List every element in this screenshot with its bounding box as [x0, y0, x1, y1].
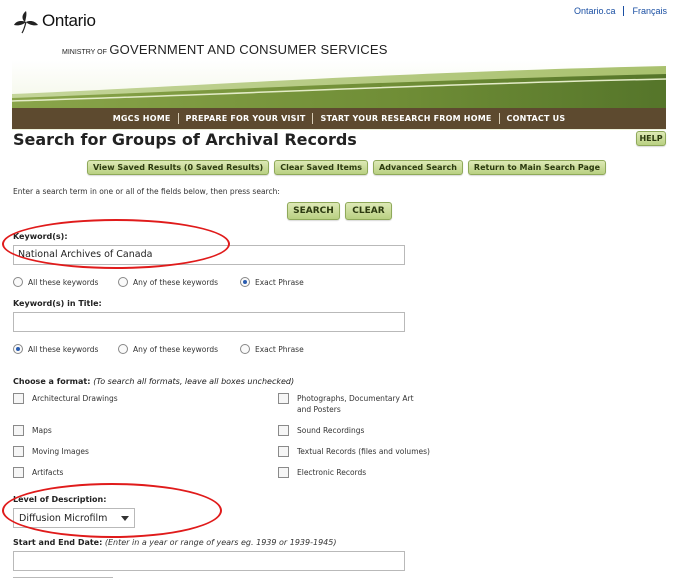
- format-textual[interactable]: Textual Records (files and volumes): [278, 446, 430, 457]
- keyword-any-option[interactable]: Any of these keywords: [118, 277, 240, 287]
- date-input[interactable]: [13, 551, 405, 571]
- keyword-highlight-oval: [2, 219, 230, 269]
- radio-label: Exact Phrase: [255, 344, 304, 354]
- view-saved-results-button[interactable]: View Saved Results (0 Saved Results): [87, 160, 270, 175]
- checkbox-label-line: and Posters: [297, 405, 341, 414]
- checkbox-label: Artifacts: [32, 468, 64, 477]
- format-architectural[interactable]: Architectural Drawings: [13, 393, 118, 404]
- checkbox-label: Photographs, Documentary Art and Posters: [297, 393, 414, 415]
- format-hint: (To search all formats, leave all boxes …: [93, 377, 295, 386]
- title-exact-option[interactable]: Exact Phrase: [240, 344, 304, 354]
- checkbox-label: Moving Images: [32, 447, 89, 456]
- clear-saved-items-button[interactable]: Clear Saved Items: [274, 160, 369, 175]
- format-label: Choose a format: (To search all formats,…: [13, 377, 294, 386]
- checkbox[interactable]: [278, 393, 289, 404]
- ontario-ca-link[interactable]: Ontario.ca: [574, 6, 616, 16]
- checkbox[interactable]: [13, 425, 24, 436]
- keyword-all-option[interactable]: All these keywords: [13, 277, 118, 287]
- search-button[interactable]: SEARCH: [287, 202, 340, 220]
- checkbox[interactable]: [278, 467, 289, 478]
- ministry-prefix: MINISTRY OF: [62, 49, 107, 56]
- radio-label: Any of these keywords: [133, 344, 219, 354]
- format-moving-images[interactable]: Moving Images: [13, 446, 89, 457]
- ministry-title: GOVERNMENT AND CONSUMER SERVICES: [109, 42, 388, 57]
- radio-button[interactable]: [118, 277, 128, 287]
- format-maps[interactable]: Maps: [13, 425, 52, 436]
- francais-link[interactable]: Français: [632, 6, 667, 16]
- date-hint: (Enter in a year or range of years eg. 1…: [104, 538, 337, 547]
- trillium-icon: [14, 11, 38, 34]
- level-highlight-oval: [2, 483, 222, 538]
- checkbox-label: Maps: [32, 426, 52, 435]
- radio-label: Any of these keywords: [133, 277, 219, 287]
- radio-button[interactable]: [240, 344, 250, 354]
- format-photographs[interactable]: Photographs, Documentary Art and Posters: [278, 393, 414, 415]
- link-divider: [623, 6, 625, 16]
- clear-button[interactable]: CLEAR: [345, 202, 392, 220]
- checkbox[interactable]: [13, 393, 24, 404]
- title-any-option[interactable]: Any of these keywords: [118, 344, 240, 354]
- checkbox[interactable]: [278, 446, 289, 457]
- checkbox[interactable]: [13, 467, 24, 478]
- title-keyword-label: Keyword(s) in Title:: [13, 299, 102, 308]
- checkbox[interactable]: [278, 425, 289, 436]
- ontario-logo[interactable]: Ontario: [12, 8, 96, 34]
- page-title: Search for Groups of Archival Records: [13, 130, 357, 149]
- checkbox-label: Architectural Drawings: [32, 394, 118, 403]
- keyword-match-options: All these keywords Any of these keywords…: [13, 277, 304, 287]
- format-electronic[interactable]: Electronic Records: [278, 467, 366, 478]
- nav-mgcs-home[interactable]: MGCS HOME: [106, 114, 178, 123]
- radio-button[interactable]: [118, 344, 128, 354]
- title-keyword-input[interactable]: [13, 312, 405, 332]
- radio-button[interactable]: [13, 277, 23, 287]
- checkbox-label: Sound Recordings: [297, 426, 365, 435]
- title-match-options: All these keywords Any of these keywords…: [13, 344, 304, 354]
- date-label: Start and End Date: (Enter in a year or …: [13, 538, 336, 547]
- logo-text: Ontario: [42, 11, 96, 30]
- radio-button-selected[interactable]: [240, 277, 250, 287]
- radio-button-selected[interactable]: [13, 344, 23, 354]
- nav-contact-us[interactable]: CONTACT US: [500, 114, 573, 123]
- main-nav: MGCS HOME PREPARE FOR YOUR VISIT START Y…: [12, 108, 666, 129]
- next-field-edge: [13, 577, 113, 578]
- date-label-text: Start and End Date:: [13, 538, 103, 547]
- checkbox-label: Textual Records (files and volumes): [297, 447, 430, 456]
- title-all-option[interactable]: All these keywords: [13, 344, 118, 354]
- return-main-search-button[interactable]: Return to Main Search Page: [467, 160, 607, 175]
- help-button[interactable]: HELP: [636, 131, 666, 146]
- format-label-text: Choose a format:: [13, 377, 91, 386]
- checkbox-label: Electronic Records: [297, 468, 367, 477]
- advanced-search-button[interactable]: Advanced Search: [373, 160, 463, 175]
- keyword-exact-option[interactable]: Exact Phrase: [240, 277, 304, 287]
- radio-label: Exact Phrase: [255, 277, 304, 287]
- checkbox-label-line: Photographs, Documentary Art: [297, 394, 414, 403]
- radio-label: All these keywords: [28, 344, 99, 354]
- nav-prepare-visit[interactable]: PREPARE FOR YOUR VISIT: [179, 114, 313, 123]
- checkbox[interactable]: [13, 446, 24, 457]
- language-links: Ontario.ca Français: [574, 6, 667, 16]
- nav-research-home[interactable]: START YOUR RESEARCH FROM HOME: [313, 114, 498, 123]
- radio-label: All these keywords: [28, 277, 99, 287]
- ministry-name: MINISTRY OF GOVERNMENT AND CONSUMER SERV…: [62, 42, 388, 57]
- action-button-row: View Saved Results (0 Saved Results) Cle…: [87, 160, 607, 175]
- instructions-text: Enter a search term in one or all of the…: [13, 187, 280, 196]
- format-artifacts[interactable]: Artifacts: [13, 467, 63, 478]
- format-sound[interactable]: Sound Recordings: [278, 425, 364, 436]
